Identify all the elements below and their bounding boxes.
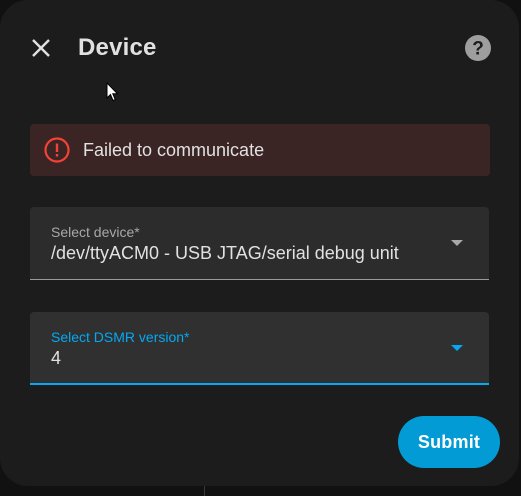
submit-button[interactable]: Submit bbox=[398, 416, 500, 468]
close-button[interactable] bbox=[21, 28, 61, 68]
alert-message: Failed to communicate bbox=[83, 140, 265, 160]
close-icon bbox=[32, 39, 50, 57]
dropdown-arrow-icon bbox=[451, 345, 463, 351]
mouse-pointer-icon bbox=[106, 82, 119, 102]
svg-text:?: ? bbox=[472, 39, 484, 60]
dialog-header: Device ? bbox=[0, 0, 519, 96]
device-dialog: Device ? Failed to communicate Select de… bbox=[0, 0, 519, 486]
dsmr-version-select-label: Select DSMR version* bbox=[51, 329, 190, 345]
dsmr-version-select-value: 4 bbox=[51, 348, 62, 368]
backdrop-divider bbox=[204, 486, 205, 496]
error-alert: Failed to communicate bbox=[30, 124, 490, 176]
dialog-title: Device bbox=[78, 34, 157, 61]
error-icon bbox=[44, 137, 70, 163]
device-select-label: Select device* bbox=[51, 224, 140, 240]
dropdown-arrow-icon bbox=[451, 240, 463, 246]
help-icon: ? bbox=[465, 35, 491, 61]
dsmr-version-select[interactable]: Select DSMR version* 4 bbox=[30, 312, 489, 385]
help-button[interactable]: ? bbox=[458, 28, 498, 68]
device-select[interactable]: Select device* /dev/ttyACM0 - USB JTAG/s… bbox=[30, 207, 489, 280]
device-select-value: /dev/ttyACM0 - USB JTAG/serial debug uni… bbox=[51, 243, 399, 263]
